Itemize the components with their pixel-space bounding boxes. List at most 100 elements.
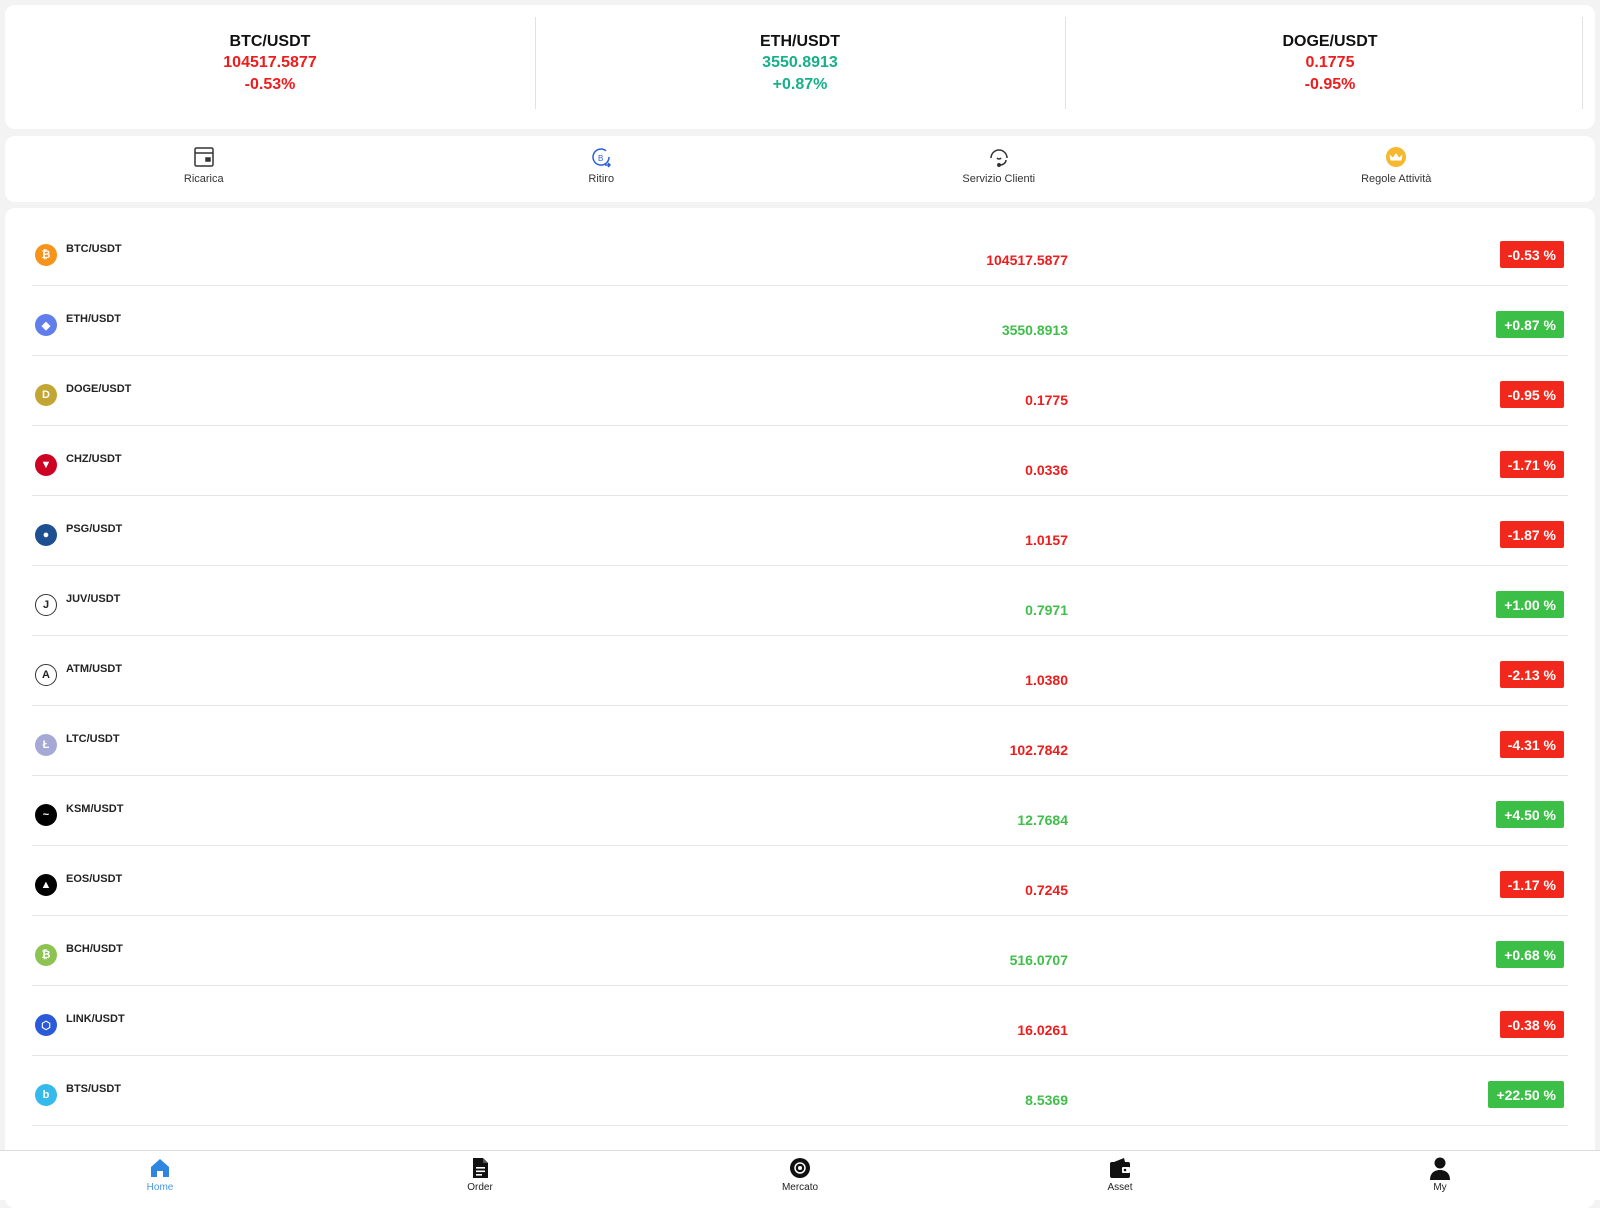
pair-name: CHZ/USDT [66,453,122,465]
pair-name: ETH/USDT [66,313,121,325]
chainlink-icon: ⬡ [35,1014,57,1036]
order-document-icon [473,1158,488,1178]
nav-label: Mercato [781,1182,819,1193]
pair-price: 102.7842 [1009,742,1068,758]
change-badge: -0.95 % [1499,381,1564,408]
regole-attivita-button[interactable]: Regole Attività [1198,136,1596,202]
change-badge: -1.87 % [1499,521,1564,548]
quick-action-label: Ricarica [183,173,224,185]
pair-price: 3550.8913 [1001,322,1068,338]
svg-text:B: B [598,154,603,163]
chiliz-icon: ▼ [35,454,57,476]
nav-label: Asset [1107,1182,1133,1193]
atletico-icon: A [35,664,57,686]
market-row[interactable]: ◆ ETH/USDT 3550.8913 +0.87 % [32,286,1568,356]
ticker-price: 3550.8913 [762,54,838,71]
market-row[interactable]: ₿ BTC/USDT 104517.5877 -0.53 % [32,216,1568,286]
pair-price: 16.0261 [1017,1022,1068,1038]
market-row[interactable]: A ATM/USDT 1.0380 -2.13 % [32,636,1568,706]
ticker-doge[interactable]: DOGE/USDT 0.1775 -0.95% [1065,5,1595,129]
change-badge: +0.68 % [1496,941,1564,968]
quick-action-label: Ritiro [588,173,615,185]
crown-icon [1386,147,1407,167]
ticker-change: -0.95% [1304,76,1356,93]
nav-mercato[interactable]: Mercato [640,1151,960,1200]
change-badge: +4.50 % [1496,801,1564,828]
market-row[interactable]: ▲ EOS/USDT 0.7245 -1.17 % [32,846,1568,916]
pair-price: 516.0707 [1009,952,1068,968]
nav-label: Order [467,1182,493,1193]
quick-action-label: Servizio Clienti [962,173,1036,185]
pair-price: 0.7971 [1025,602,1068,618]
pair-name: KSM/USDT [66,803,124,815]
nav-home[interactable]: Home [0,1151,320,1200]
bottom-navigation: Home Order Mercato Asset My [0,1150,1600,1200]
ticker-change: -0.53% [244,76,296,93]
market-row[interactable]: D DOGE/USDT 0.1775 -0.95 % [32,356,1568,426]
wallet-card-icon [194,147,214,167]
bitcoin-cash-icon: ₿ [35,944,57,966]
ticker-symbol: BTC/USDT [229,33,311,50]
ticker-change: +0.87% [772,76,828,93]
nav-my[interactable]: My [1280,1151,1600,1200]
pair-name: DOGE/USDT [66,383,132,395]
servizio-clienti-button[interactable]: Servizio Clienti [800,136,1198,202]
market-row[interactable]: Ł LTC/USDT 102.7842 -4.31 % [32,706,1568,776]
market-row[interactable]: b BTS/USDT 8.5369 +22.50 % [32,1056,1568,1126]
market-row[interactable]: ~ KSM/USDT 12.7684 +4.50 % [32,776,1568,846]
pair-name: BTS/USDT [66,1083,121,1095]
pair-name: EOS/USDT [66,873,123,885]
pair-name: LTC/USDT [66,733,120,745]
pair-name: JUV/USDT [66,593,121,605]
change-badge: -2.13 % [1499,661,1564,688]
user-profile-icon [1430,1157,1450,1180]
pair-name: LINK/USDT [66,1013,125,1025]
pair-price: 12.7684 [1017,812,1068,828]
wallet-icon [1110,1158,1130,1178]
withdraw-coin-icon: B [592,148,612,168]
nav-label: My [1433,1182,1447,1193]
ticker-price: 104517.5877 [223,54,317,71]
ethereum-icon: ◆ [35,314,57,336]
market-row[interactable]: ₿ BCH/USDT 516.0707 +0.68 % [32,916,1568,986]
market-list: ₿ BTC/USDT 104517.5877 -0.53 % ◆ ETH/USDT 3550… [5,208,1595,1208]
pair-price: 1.0380 [1025,672,1068,688]
pair-name: BTC/USDT [66,243,122,255]
change-badge: -1.17 % [1499,871,1564,898]
market-row[interactable]: ● PSG/USDT 1.0157 -1.87 % [32,496,1568,566]
nav-label: Home [146,1182,174,1193]
market-row[interactable]: ▼ CHZ/USDT 0.0336 -1.71 % [32,426,1568,496]
market-row[interactable]: J JUV/USDT 0.7971 +1.00 % [32,566,1568,636]
eos-icon: ▲ [35,874,57,896]
quick-action-label: Regole Attività [1361,173,1432,185]
market-row[interactable]: ⬡ LINK/USDT 16.0261 -0.38 % [32,986,1568,1056]
change-badge: +0.87 % [1496,311,1564,338]
ticker-price: 0.1775 [1305,54,1355,71]
juventus-icon: J [35,594,57,616]
pair-price: 1.0157 [1025,532,1068,548]
bitshares-icon: b [35,1084,57,1106]
pair-price: 0.0336 [1025,462,1068,478]
nav-order[interactable]: Order [320,1151,640,1200]
ricarica-button[interactable]: Ricarica [5,136,403,202]
ticker-panel: BTC/USDT 104517.5877 -0.53% ETH/USDT 355… [5,5,1595,129]
ticker-eth[interactable]: ETH/USDT 3550.8913 +0.87% [535,5,1065,129]
change-badge: +1.00 % [1496,591,1564,618]
pair-name: BCH/USDT [66,943,123,955]
ritiro-button[interactable]: B Ritiro [403,136,801,202]
pair-price: 104517.5877 [986,252,1068,268]
change-badge: +22.50 % [1488,1081,1564,1108]
ticker-btc[interactable]: BTC/USDT 104517.5877 -0.53% [5,5,535,129]
pair-name: PSG/USDT [66,523,123,535]
market-globe-icon [790,1158,810,1178]
ticker-symbol: DOGE/USDT [1282,33,1378,50]
pair-price: 0.7245 [1025,882,1068,898]
nav-asset[interactable]: Asset [960,1151,1280,1200]
headset-support-icon [990,149,1008,167]
ticker-symbol: ETH/USDT [760,33,840,50]
change-badge: -0.53 % [1499,241,1564,268]
home-icon [151,1159,169,1177]
change-badge: -1.71 % [1499,451,1564,478]
litecoin-icon: Ł [35,734,57,756]
change-badge: -4.31 % [1499,731,1564,758]
